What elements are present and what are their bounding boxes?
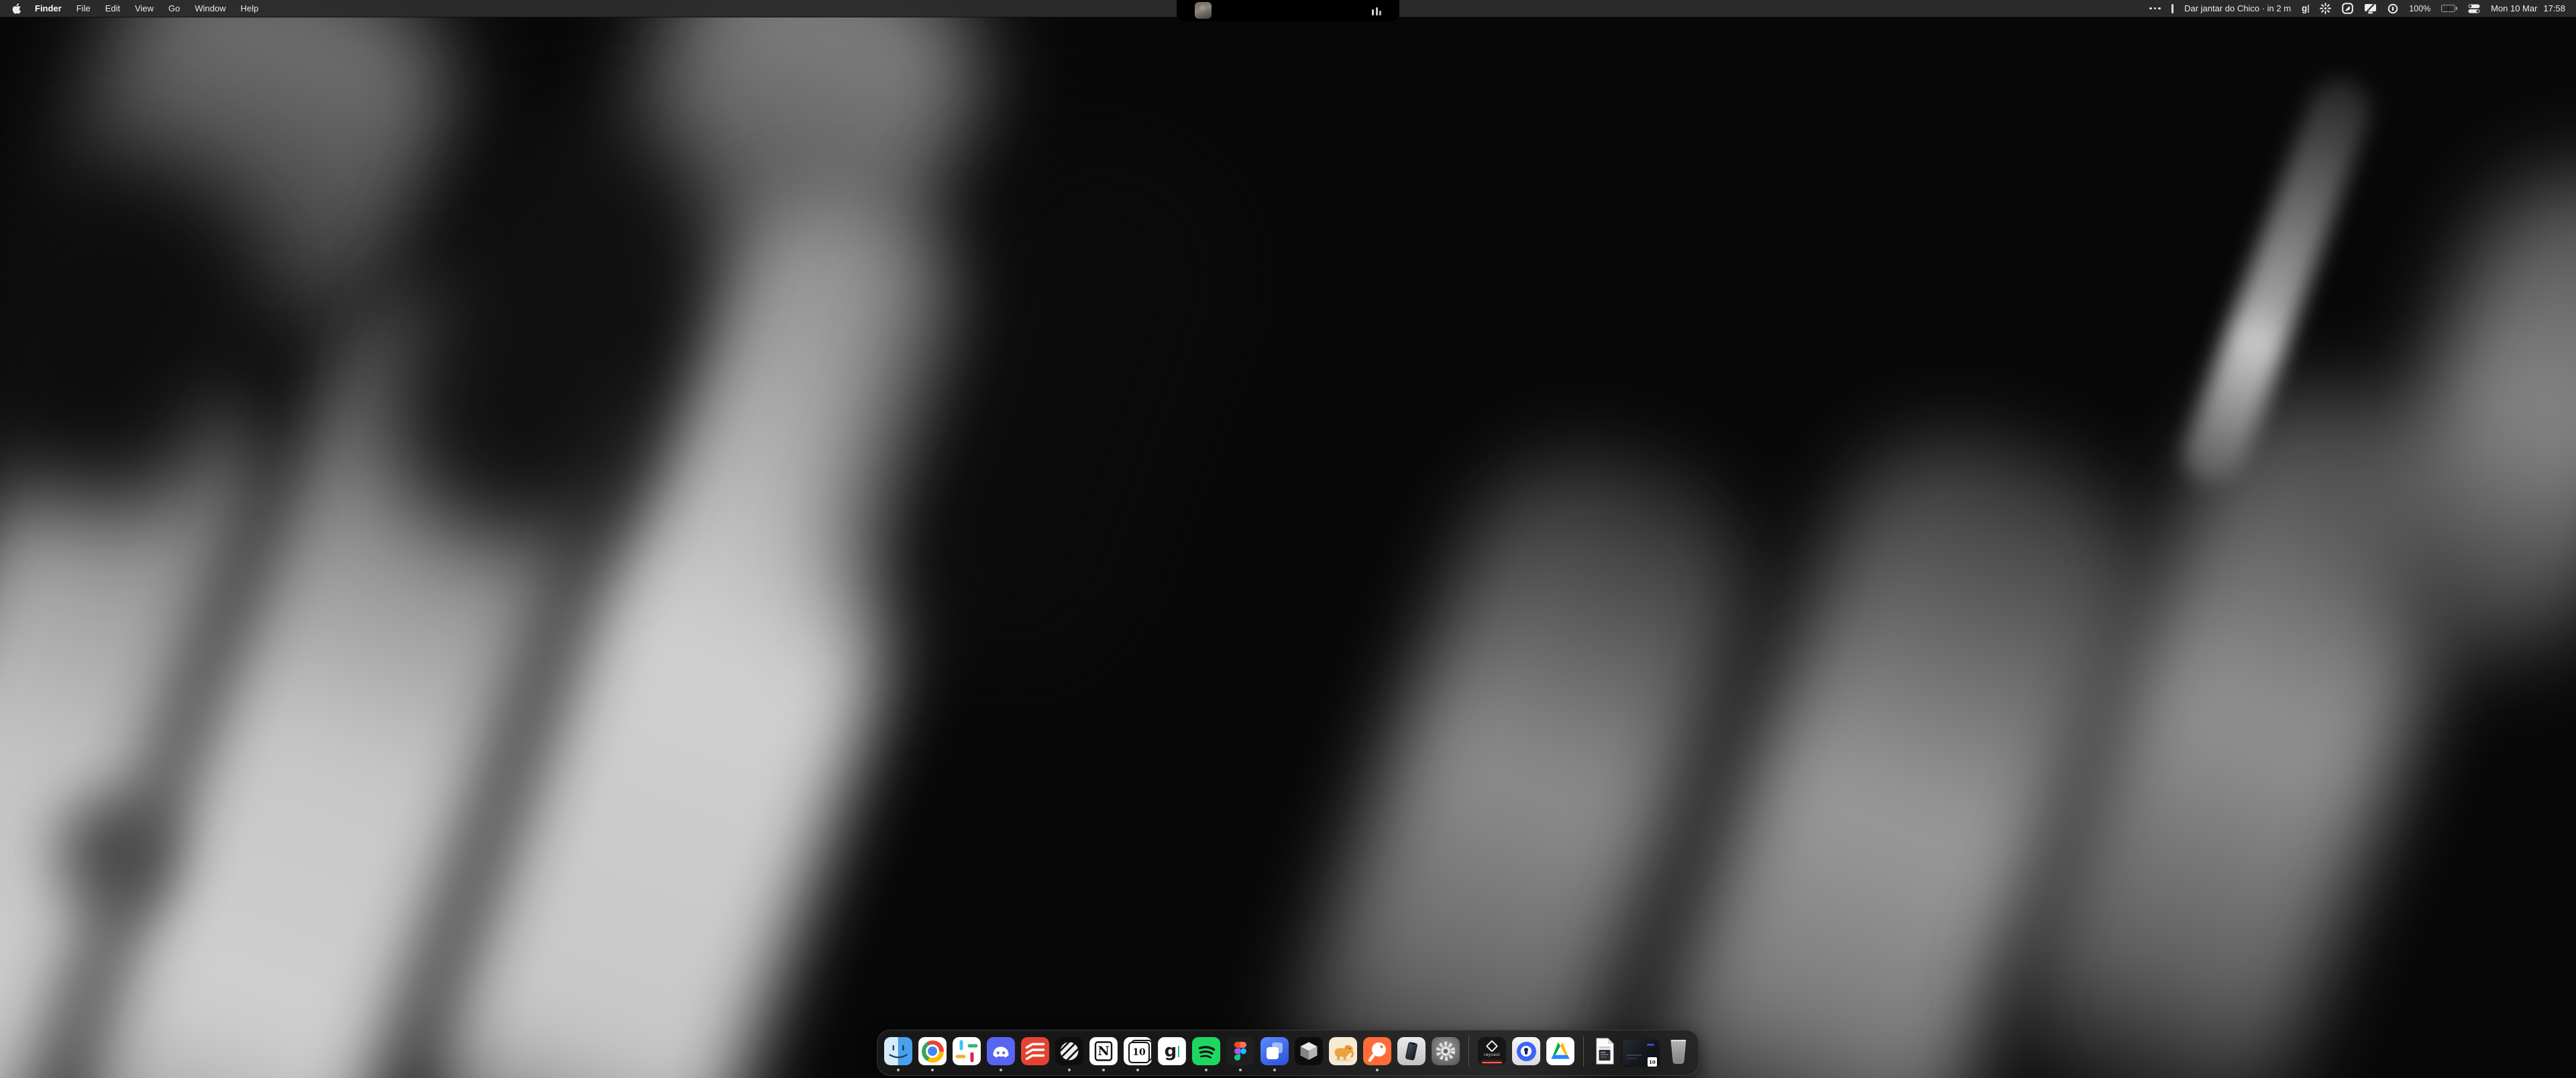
dock-app-postico[interactable] <box>1329 1037 1357 1065</box>
menubar-clock[interactable]: Mon 10 Mar 17:58 <box>2491 3 2565 13</box>
menu-item-finder[interactable]: Finder <box>28 0 69 17</box>
dock-separator <box>1583 1036 1584 1067</box>
dock-app-raycast[interactable]: raycast <box>1478 1037 1506 1065</box>
finder-icon <box>884 1037 912 1065</box>
control-center-icon[interactable] <box>2468 0 2480 17</box>
todoist-icon <box>1021 1037 1049 1065</box>
dock-trash[interactable] <box>1665 1037 1692 1065</box>
trash-bin-icon <box>1666 1037 1691 1065</box>
slack-icon <box>953 1037 981 1065</box>
menu-bar-left: Finder File Edit View Go Window Help <box>7 0 266 17</box>
blue-windows-icon <box>1260 1037 1289 1065</box>
dock-app-chrome[interactable] <box>918 1037 947 1065</box>
document-file-icon <box>1593 1037 1617 1065</box>
notion-icon: N <box>1089 1037 1118 1065</box>
running-indicator <box>1068 1069 1071 1071</box>
settings-gear-icon <box>1432 1037 1460 1065</box>
figma-icon <box>1226 1037 1254 1065</box>
raycast-diamond <box>1486 1040 1498 1052</box>
sunburst-icon[interactable] <box>2320 0 2331 17</box>
calendar-front-page: 10 <box>1128 1042 1150 1063</box>
discord-icon <box>987 1037 1015 1065</box>
grammarly-icon: g <box>1158 1037 1186 1065</box>
wallpaper <box>0 0 2576 1078</box>
raycast-icon: raycast <box>1478 1037 1506 1065</box>
running-indicator <box>897 1069 900 1071</box>
dock-document-file[interactable] <box>1593 1037 1617 1065</box>
running-indicator <box>1239 1069 1242 1071</box>
running-indicator <box>931 1069 934 1071</box>
battery-percentage: 100% <box>2409 4 2430 13</box>
battery-icon[interactable] <box>2441 5 2457 12</box>
postman-icon <box>1363 1037 1391 1065</box>
menu-item-edit[interactable]: Edit <box>98 0 127 17</box>
raycast-label: raycast <box>1478 1053 1506 1057</box>
chrome-icon <box>918 1037 947 1065</box>
menu-bar-status-area: Dar jantar do Chico · in 2 m g <box>2149 0 2565 17</box>
desktop: Finder File Edit View Go Window Help Dar… <box>0 0 2576 1078</box>
dock-app-google-drive[interactable] <box>1546 1037 1574 1065</box>
apple-menu[interactable] <box>7 0 28 17</box>
onepassword-menubar-icon[interactable] <box>2387 0 2398 17</box>
running-indicator <box>1273 1069 1276 1071</box>
linear-icon <box>1055 1037 1083 1065</box>
minimized-window-app-badge: 10 <box>1647 1057 1658 1067</box>
running-indicator <box>1205 1069 1208 1071</box>
dock-app-spotify[interactable] <box>1192 1037 1220 1065</box>
dock-app-linear[interactable] <box>1055 1037 1083 1065</box>
dock-app-figma[interactable] <box>1226 1037 1254 1065</box>
running-indicator <box>1000 1069 1002 1071</box>
dock-app-notion-calendar[interactable]: 10 <box>1124 1037 1152 1065</box>
menu-item-help[interactable]: Help <box>233 0 266 17</box>
dock-separator <box>1468 1036 1469 1067</box>
calendar-event-item[interactable]: Dar jantar do Chico · in 2 m <box>2184 3 2291 13</box>
menu-item-go[interactable]: Go <box>161 0 187 17</box>
display-mirroring-icon[interactable] <box>2364 0 2377 17</box>
calendar-date: 10 <box>1132 1047 1145 1058</box>
clock-time: 17:58 <box>2543 3 2565 13</box>
dock-app-screen-studio[interactable] <box>1260 1037 1289 1065</box>
dock-app-todoist[interactable] <box>1021 1037 1049 1065</box>
menu-item-view[interactable]: View <box>127 0 161 17</box>
notion-calendar-icon: 10 <box>1124 1037 1152 1065</box>
notion-letter: N <box>1089 1037 1118 1065</box>
google-drive-icon <box>1546 1037 1574 1065</box>
dock: N 10 g <box>877 1030 1699 1076</box>
dock-minimized-window[interactable]: 10 <box>1623 1037 1659 1065</box>
notch-music-widget[interactable] <box>1177 0 1399 21</box>
dock-app-iphone-mirroring[interactable] <box>1397 1037 1426 1065</box>
menubar-divider-icon[interactable] <box>2171 0 2174 17</box>
running-indicator <box>1136 1069 1139 1071</box>
running-indicator <box>1102 1069 1105 1071</box>
spline-3d-cube-icon <box>1295 1037 1323 1065</box>
menu-item-window[interactable]: Window <box>187 0 233 17</box>
apple-logo-icon <box>12 3 21 14</box>
dock-app-postman[interactable] <box>1363 1037 1391 1065</box>
dock-app-notion[interactable]: N <box>1089 1037 1118 1065</box>
pick-shape-icon[interactable] <box>2342 0 2353 17</box>
onepassword-app-icon <box>1512 1037 1540 1065</box>
dock-app-finder[interactable] <box>884 1037 912 1065</box>
grammarly-menubar-icon[interactable]: g <box>2302 0 2309 17</box>
overflow-menu-icon[interactable] <box>2149 0 2161 17</box>
postico-elephant-icon <box>1329 1037 1357 1065</box>
album-art-thumbnail[interactable] <box>1195 2 1212 19</box>
dock-app-1password[interactable] <box>1512 1037 1540 1065</box>
clock-date: Mon 10 Mar <box>2491 3 2537 13</box>
spotify-icon <box>1192 1037 1220 1065</box>
dock-app-grammarly[interactable]: g <box>1158 1037 1186 1065</box>
minimized-window-thumbnail: 10 <box>1623 1040 1659 1065</box>
running-indicator <box>1376 1069 1379 1071</box>
dock-app-spline[interactable] <box>1295 1037 1323 1065</box>
audio-visualizer-icon <box>1372 6 1381 15</box>
menu-item-file[interactable]: File <box>69 0 98 17</box>
dock-app-discord[interactable] <box>987 1037 1015 1065</box>
dock-app-slack[interactable] <box>953 1037 981 1065</box>
iphone-mirroring-icon <box>1397 1037 1426 1065</box>
dock-app-system-settings[interactable] <box>1432 1037 1460 1065</box>
